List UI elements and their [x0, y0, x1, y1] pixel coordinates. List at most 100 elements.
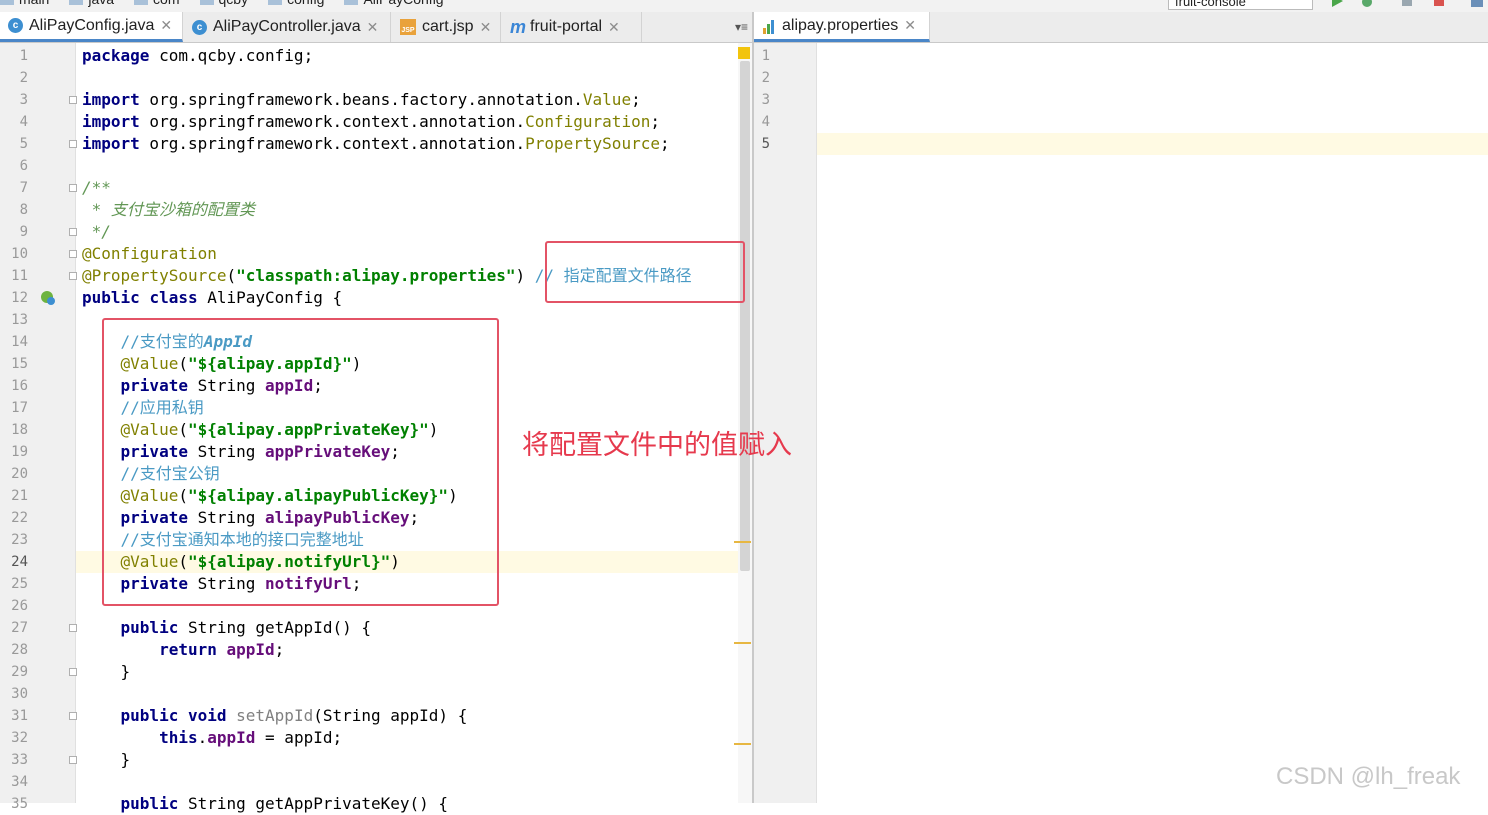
breadcrumb: main java com qcby config AliPayConfig fruit-…	[0, 0, 1488, 12]
tab-list-menu-icon[interactable]: ▾≡	[735, 20, 748, 34]
change-marker[interactable]	[734, 743, 751, 745]
fold-marker-icon[interactable]	[69, 250, 77, 258]
line-number: 4	[19, 114, 28, 130]
code-line[interactable]: * 支付宝沙箱的配置类	[82, 199, 255, 221]
annotation-label: 将配置文件中的值赋入	[522, 430, 792, 461]
close-icon[interactable]: ✕	[367, 19, 379, 36]
properties-file-icon	[762, 18, 776, 34]
line-number: 2	[19, 70, 28, 86]
close-icon[interactable]: ✕	[608, 19, 620, 36]
code-line[interactable]: import org.springframework.context.annot…	[82, 133, 670, 155]
tab-label: fruit-portal	[530, 18, 603, 35]
editor-tabbar-left: c AliPayConfig.java ✕ c AliPayController…	[0, 12, 752, 43]
line-number: 14	[11, 334, 28, 350]
code-line[interactable]: /**	[82, 177, 111, 199]
run-configuration-select[interactable]: fruit-console	[1168, 0, 1313, 10]
line-number: 1	[19, 48, 28, 64]
code-line[interactable]: }	[82, 661, 131, 683]
breadcrumb-item[interactable]: config	[268, 0, 324, 7]
highlight-box-value-fields	[102, 318, 499, 606]
spring-bean-gutter-icon[interactable]	[40, 290, 56, 306]
close-icon[interactable]: ✕	[160, 17, 172, 34]
breadcrumb-item[interactable]: main	[0, 0, 49, 7]
code-line[interactable]: import org.springframework.beans.factory…	[82, 89, 641, 111]
line-number: 33	[11, 752, 28, 768]
fold-marker-icon[interactable]	[69, 96, 77, 104]
line-number: 25	[11, 576, 28, 592]
code-line[interactable]: }	[82, 749, 131, 771]
tab-fruit-portal[interactable]: m fruit-portal ✕	[502, 12, 642, 42]
current-line-highlight	[817, 133, 1488, 155]
tab-alipay-properties[interactable]: alipay.properties ✕	[754, 12, 930, 42]
line-number: 32	[11, 730, 28, 746]
tab-alipaycontroller[interactable]: c AliPayController.java ✕	[184, 12, 391, 42]
fold-marker-icon[interactable]	[69, 712, 77, 720]
line-number: 16	[11, 378, 28, 394]
folder-icon	[134, 0, 149, 6]
breadcrumb-item[interactable]: qcby	[199, 0, 249, 7]
code-line[interactable]: this.appId = appId;	[82, 727, 342, 749]
project-structure-icon[interactable]	[1470, 0, 1484, 8]
code-line[interactable]: return appId;	[82, 639, 284, 661]
java-class-icon: c	[192, 19, 207, 35]
run-icon[interactable]	[1330, 0, 1344, 8]
line-number: 22	[11, 510, 28, 526]
fold-marker-icon[interactable]	[69, 184, 77, 192]
code-line[interactable]: public void setAppId(String appId) {	[82, 705, 468, 727]
line-number: 21	[11, 488, 28, 504]
change-marker[interactable]	[734, 642, 751, 644]
close-icon[interactable]: ✕	[904, 17, 916, 34]
breadcrumb-label: qcby	[219, 0, 249, 7]
breadcrumb-item[interactable]: java	[69, 0, 114, 7]
fold-marker-icon[interactable]	[69, 756, 77, 764]
fold-marker-icon[interactable]	[69, 140, 77, 148]
breadcrumb-item[interactable]: com	[134, 0, 180, 7]
folder-icon	[0, 0, 14, 6]
line-number: 3	[761, 92, 770, 108]
code-line[interactable]: package com.qcby.config;	[82, 45, 313, 67]
folder-icon	[69, 0, 84, 6]
code-line[interactable]: public String getAppPrivateKey() {	[82, 793, 449, 815]
line-number: 13	[11, 312, 28, 328]
line-number: 10	[11, 246, 28, 262]
line-number: 26	[11, 598, 28, 614]
line-number: 18	[11, 422, 28, 438]
tab-label: AliPayConfig.java	[29, 16, 155, 34]
tab-cart-jsp[interactable]: JSP cart.jsp ✕	[392, 12, 501, 42]
stop-icon[interactable]	[1432, 0, 1446, 8]
breadcrumb-label: java	[88, 0, 114, 7]
tab-label: AliPayController.java	[213, 18, 361, 35]
fold-marker-icon[interactable]	[69, 228, 77, 236]
breadcrumb-item[interactable]: AliPayConfig	[344, 0, 444, 7]
highlight-box-property-source	[545, 241, 745, 303]
change-marker[interactable]	[734, 541, 751, 543]
code-line[interactable]: @Configuration	[82, 243, 217, 265]
line-number: 34	[11, 774, 28, 790]
code-line[interactable]: public String getAppId() {	[82, 617, 371, 639]
editor-tabbar-right: alipay.properties ✕	[754, 12, 1488, 43]
code-line[interactable]: import org.springframework.context.annot…	[82, 111, 660, 133]
line-number: 7	[19, 180, 28, 196]
folder-icon	[199, 0, 214, 6]
code-line[interactable]: public class AliPayConfig {	[82, 287, 342, 309]
folder-icon	[268, 0, 283, 6]
fold-marker-icon[interactable]	[69, 668, 77, 676]
debug-icon[interactable]	[1360, 0, 1374, 8]
line-number: 12	[11, 290, 28, 306]
coverage-icon[interactable]	[1400, 0, 1414, 8]
fold-marker-icon[interactable]	[69, 624, 77, 632]
close-icon[interactable]: ✕	[480, 19, 492, 36]
fold-marker-icon[interactable]	[69, 272, 77, 280]
tab-label: alipay.properties	[782, 16, 899, 34]
tab-label: cart.jsp	[422, 18, 474, 35]
folder-icon	[344, 0, 359, 6]
line-number: 29	[11, 664, 28, 680]
line-number: 1	[761, 48, 770, 64]
line-number: 3	[19, 92, 28, 108]
tab-alipayconfig[interactable]: c AliPayConfig.java ✕	[0, 12, 183, 42]
line-number: 27	[11, 620, 28, 636]
java-class-icon: c	[8, 18, 23, 33]
line-number: 6	[19, 158, 28, 174]
line-number: 5	[761, 136, 770, 152]
code-line[interactable]: */	[82, 221, 111, 243]
